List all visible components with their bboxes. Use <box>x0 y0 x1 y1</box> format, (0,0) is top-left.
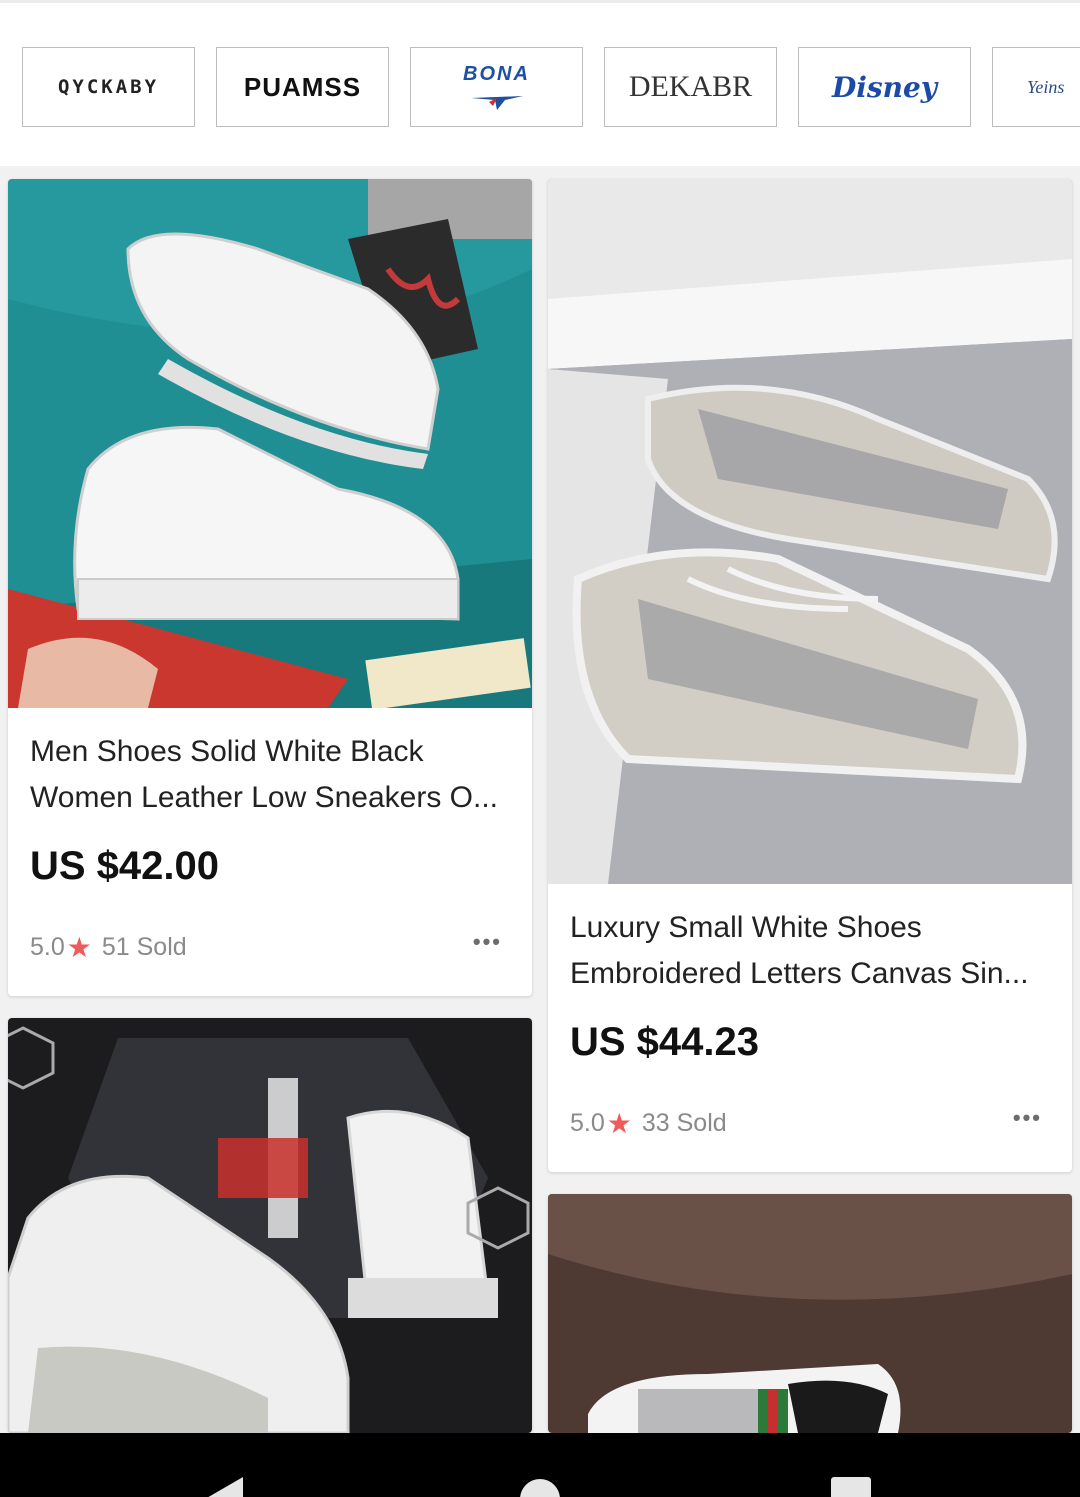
brand-label: PUAMSS <box>243 71 362 102</box>
more-options-icon[interactable]: ••• <box>1013 1105 1042 1131</box>
brand-label: BONA <box>463 62 530 85</box>
product-rating-row: 5.0 ★ 51 Sold <box>30 931 187 964</box>
product-image-canvas-shoes[interactable] <box>548 179 1072 884</box>
home-icon <box>520 1479 560 1497</box>
product-title[interactable]: Men Shoes Solid White Black Women Leathe… <box>30 729 510 821</box>
product-price: US $42.00 <box>30 844 220 888</box>
navigation-buttons <box>208 1477 871 1497</box>
product-title[interactable]: Luxury Small White Shoes Embroidered Let… <box>570 905 1050 997</box>
brand-label: DEKABR <box>628 70 753 103</box>
brand-logo-bona[interactable]: BONA <box>410 47 583 127</box>
product-card[interactable]: Luxury Small White Shoes Embroidered Let… <box>548 179 1072 1172</box>
brand-label: Yeins <box>1027 76 1065 97</box>
product-price: US $44.23 <box>570 1020 760 1064</box>
rating-value: 5.0 <box>30 933 65 961</box>
brand-label: QYCKABY <box>57 76 160 98</box>
product-image-white-sneakers[interactable] <box>8 179 532 708</box>
brand-logo-disney[interactable]: Disney <box>798 47 971 127</box>
brand-logo-dekabr[interactable]: DEKABR <box>604 47 777 127</box>
product-image-high-top-sneakers[interactable] <box>8 1018 532 1433</box>
bona-star-icon <box>470 95 523 110</box>
recents-icon <box>831 1477 871 1497</box>
product-card[interactable] <box>548 1194 1072 1433</box>
brand-strip: QYCKABY PUAMSS BONA DEKABR Disney Yeins <box>0 0 1080 166</box>
brand-logo-qyckaby[interactable]: QYCKABY <box>22 47 195 127</box>
sold-count: 33 Sold <box>641 1109 727 1137</box>
brand-logo-puamss[interactable]: PUAMSS <box>216 47 389 127</box>
more-options-icon[interactable]: ••• <box>473 929 502 955</box>
product-rating-row: 5.0 ★ 33 Sold <box>570 1107 727 1140</box>
brand-label: Disney <box>831 70 938 104</box>
product-card[interactable]: Men Shoes Solid White Black Women Leathe… <box>8 179 532 996</box>
sold-count: 51 Sold <box>101 933 187 961</box>
brand-logo-yeins[interactable]: Yeins <box>992 47 1080 127</box>
rating-value: 5.0 <box>570 1109 605 1137</box>
back-icon <box>208 1477 243 1497</box>
product-card[interactable] <box>8 1018 532 1433</box>
star-icon: ★ <box>66 932 92 963</box>
star-icon: ★ <box>606 1108 632 1139</box>
system-navigation-bar <box>0 1433 1080 1497</box>
product-image-patterned-sneakers[interactable] <box>548 1194 1072 1433</box>
